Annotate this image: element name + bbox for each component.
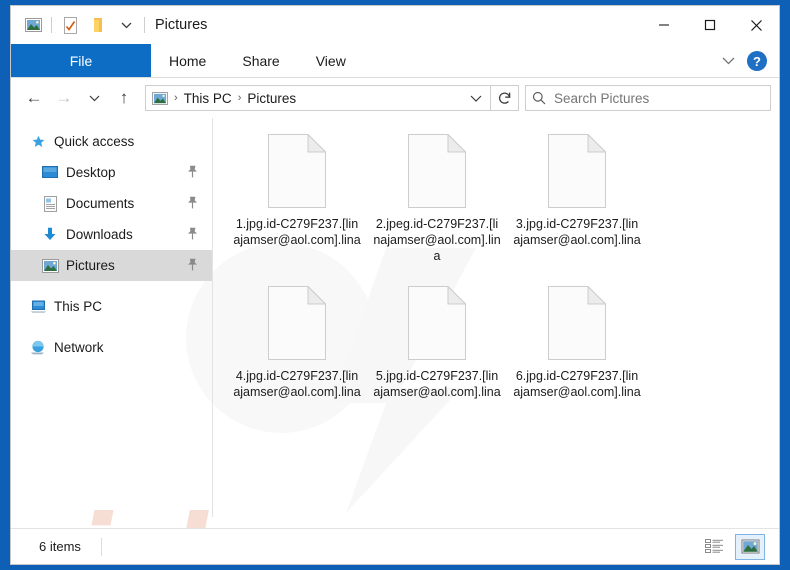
generic-file-icon bbox=[408, 285, 467, 360]
file-name: 5.jpg.id-C279F237.[linajamser@aol.com].l… bbox=[373, 369, 501, 399]
explorer-body: Quick access Desktop Documents Downloads… bbox=[11, 118, 779, 564]
generic-file-icon bbox=[548, 285, 607, 360]
breadcrumb-item-this-pc[interactable]: This PC bbox=[181, 91, 235, 106]
file-name: 6.jpg.id-C279F237.[linajamser@aol.com].l… bbox=[513, 369, 641, 399]
details-view-icon[interactable] bbox=[699, 534, 729, 560]
navigation-pane: Quick access Desktop Documents Downloads… bbox=[11, 118, 213, 517]
ribbon-right-controls: ? bbox=[714, 44, 775, 78]
address-bar: ← → ↑ › This PC › Pictures bbox=[11, 78, 779, 118]
customize-dropdown-icon[interactable] bbox=[112, 12, 140, 38]
search-icon bbox=[532, 91, 546, 105]
close-button[interactable] bbox=[733, 6, 779, 44]
breadcrumb-separator-0: › bbox=[174, 92, 178, 104]
file-item[interactable]: 5.jpg.id-C279F237.[linajamser@aol.com].l… bbox=[367, 285, 507, 400]
breadcrumb-dropdown-icon[interactable] bbox=[470, 89, 486, 107]
sidebar-item-pictures[interactable]: Pictures bbox=[11, 250, 212, 281]
tab-share[interactable]: Share bbox=[224, 44, 297, 77]
quick-access-toolbar: Pictures bbox=[11, 12, 207, 38]
back-button[interactable]: ← bbox=[19, 83, 49, 113]
pin-icon[interactable] bbox=[187, 258, 198, 274]
sidebar-item-desktop[interactable]: Desktop bbox=[11, 157, 212, 188]
status-bar: 6 items bbox=[11, 528, 779, 564]
generic-file-icon bbox=[548, 133, 607, 208]
up-button[interactable]: ↑ bbox=[109, 83, 139, 113]
qat-divider bbox=[51, 17, 52, 33]
file-item[interactable]: 2.jpeg.id-C279F237.[linajamser@aol.com].… bbox=[367, 133, 507, 264]
generic-file-icon bbox=[268, 285, 327, 360]
sidebar-item-downloads[interactable]: Downloads bbox=[11, 219, 212, 250]
tab-view[interactable]: View bbox=[298, 44, 364, 77]
title-bar: Pictures bbox=[11, 6, 779, 44]
sidebar-item-network[interactable]: Network bbox=[11, 332, 212, 363]
sidebar-item-label: Pictures bbox=[66, 258, 115, 273]
file-item[interactable]: 4.jpg.id-C279F237.[linajamser@aol.com].l… bbox=[227, 285, 367, 400]
help-icon[interactable]: ? bbox=[747, 51, 767, 71]
recent-locations-button[interactable] bbox=[79, 83, 109, 113]
file-list-pane[interactable]: 1.jpg.id-C279F237.[linajamser@aol.com].l… bbox=[213, 118, 779, 517]
sidebar-item-label: Documents bbox=[66, 196, 135, 211]
file-name: 4.jpg.id-C279F237.[linajamser@aol.com].l… bbox=[233, 369, 361, 399]
picture-icon[interactable] bbox=[19, 12, 47, 38]
file-grid: 1.jpg.id-C279F237.[linajamser@aol.com].l… bbox=[227, 133, 779, 422]
downloads-icon bbox=[41, 227, 59, 243]
generic-file-icon bbox=[268, 133, 327, 208]
documents-icon bbox=[41, 195, 59, 212]
file-item[interactable]: 1.jpg.id-C279F237.[linajamser@aol.com].l… bbox=[227, 133, 367, 264]
view-mode-buttons bbox=[699, 533, 771, 560]
generic-file-icon bbox=[408, 133, 467, 208]
ribbon-tab-bar: File Home Share View ? bbox=[11, 44, 779, 78]
network-icon bbox=[29, 340, 47, 356]
pictures-icon bbox=[41, 258, 59, 274]
star-pin-icon bbox=[29, 134, 47, 150]
file-item[interactable]: 6.jpg.id-C279F237.[linajamser@aol.com].l… bbox=[507, 285, 647, 400]
refresh-button[interactable] bbox=[491, 85, 519, 111]
sidebar-item-label: This PC bbox=[54, 299, 103, 314]
sidebar-item-label: Quick access bbox=[54, 134, 135, 149]
desktop-icon bbox=[41, 165, 59, 181]
file-name: 2.jpeg.id-C279F237.[linajamser@aol.com].… bbox=[373, 217, 501, 263]
file-name: 3.jpg.id-C279F237.[linajamser@aol.com].l… bbox=[513, 217, 641, 247]
pin-icon[interactable] bbox=[187, 165, 198, 181]
sidebar-item-quick-access[interactable]: Quick access bbox=[11, 126, 212, 157]
properties-icon[interactable] bbox=[56, 12, 84, 38]
pin-icon[interactable] bbox=[187, 227, 198, 243]
sidebar-item-label: Downloads bbox=[66, 227, 133, 242]
minimize-button[interactable] bbox=[641, 6, 687, 44]
sidebar-item-label: Network bbox=[54, 340, 104, 355]
chevron-down-icon[interactable] bbox=[714, 52, 743, 70]
new-folder-icon[interactable] bbox=[84, 12, 112, 38]
this-pc-icon bbox=[29, 299, 47, 315]
file-explorer-window: Pictures File Home Share View ? ← → ↑ › … bbox=[10, 5, 780, 565]
window-controls bbox=[641, 6, 779, 44]
breadcrumb[interactable]: › This PC › Pictures bbox=[145, 85, 491, 111]
tab-home[interactable]: Home bbox=[151, 44, 224, 77]
breadcrumb-separator-1: › bbox=[237, 92, 242, 104]
breadcrumb-folder-icon bbox=[152, 91, 168, 105]
search-input[interactable] bbox=[554, 90, 764, 106]
file-item[interactable]: 3.jpg.id-C279F237.[linajamser@aol.com].l… bbox=[507, 133, 647, 264]
sidebar-item-label: Desktop bbox=[66, 165, 116, 180]
item-count-label: 6 items bbox=[39, 539, 81, 554]
status-divider bbox=[100, 537, 102, 556]
qat-divider-2 bbox=[144, 17, 145, 33]
large-icons-view-icon[interactable] bbox=[735, 533, 765, 560]
search-box[interactable] bbox=[525, 85, 771, 111]
pin-icon[interactable] bbox=[187, 196, 198, 212]
file-name: 1.jpg.id-C279F237.[linajamser@aol.com].l… bbox=[233, 217, 361, 247]
tab-file[interactable]: File bbox=[11, 44, 151, 77]
sidebar-item-documents[interactable]: Documents bbox=[11, 188, 212, 219]
breadcrumb-item-pictures[interactable]: Pictures bbox=[244, 91, 299, 106]
window-title: Pictures bbox=[155, 17, 208, 33]
forward-button[interactable]: → bbox=[49, 83, 79, 113]
sidebar-item-this-pc[interactable]: This PC bbox=[11, 291, 212, 322]
maximize-button[interactable] bbox=[687, 6, 733, 44]
